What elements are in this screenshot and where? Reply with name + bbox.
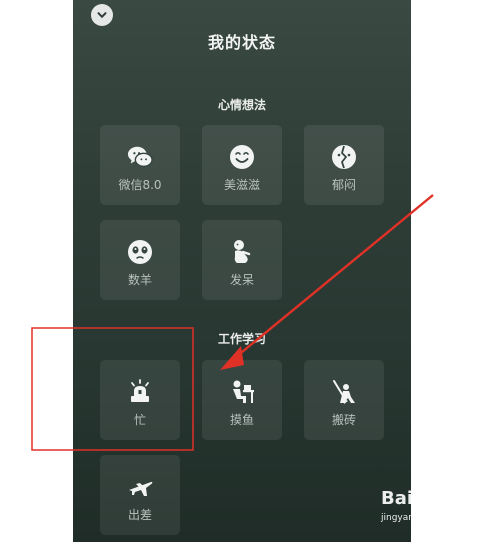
status-tile-business-trip[interactable]: 出差 xyxy=(100,455,180,535)
smile-face-icon xyxy=(230,145,254,169)
status-tile-slacking[interactable]: 摸鱼 xyxy=(202,360,282,440)
watermark-url: jingyan.baidu.com xyxy=(381,513,465,523)
tile-label: 搬砖 xyxy=(331,413,356,427)
tile-label: 摸鱼 xyxy=(229,413,254,427)
status-tile-busy[interactable]: 忙 xyxy=(100,360,180,440)
tile-label: 微信8.0 xyxy=(118,178,162,192)
tile-label: 发呆 xyxy=(229,273,254,287)
page-title: 我的状态 xyxy=(207,33,276,52)
slacking-desk-icon xyxy=(233,380,254,403)
watermark: Bai 经验 jingyan.baidu.com xyxy=(379,488,497,542)
chevron-down-icon xyxy=(97,12,107,18)
tile-label: 出差 xyxy=(127,508,152,522)
tile-label: 数羊 xyxy=(127,273,152,287)
status-tile-wechat[interactable]: 微信8.0 xyxy=(100,125,180,205)
daze-figure-icon xyxy=(234,240,251,263)
section-title-mood: 心情想法 xyxy=(217,98,266,112)
status-tile-daze[interactable]: 发呆 xyxy=(202,220,282,300)
broken-leaf-icon xyxy=(332,145,356,169)
status-tile-hard-work[interactable]: 搬砖 xyxy=(304,360,384,440)
chat-bubbles-icon xyxy=(127,146,153,167)
watermark-subtitle: 经验 xyxy=(449,495,476,510)
tile-label: 美滋滋 xyxy=(223,178,260,192)
watermark-brand: Bai xyxy=(381,488,414,509)
section-title-work: 工作学习 xyxy=(217,332,266,346)
status-tile-counting-sheep[interactable]: 数羊 xyxy=(100,220,180,300)
collapse-button[interactable] xyxy=(91,4,113,26)
tile-label: 忙 xyxy=(133,413,146,427)
worker-shovel-icon xyxy=(333,380,355,404)
sheep-face-icon xyxy=(128,240,152,264)
airplane-icon xyxy=(129,481,153,496)
paw-icon xyxy=(421,489,441,508)
alarm-siren-icon xyxy=(131,379,149,402)
tile-label: 郁闷 xyxy=(331,178,356,192)
status-tile-happy[interactable]: 美滋滋 xyxy=(202,125,282,205)
status-panel: 我的状态 心情想法 微信8.0 美滋滋 郁闷 数羊 发呆 工作学习 忙 摸鱼 搬… xyxy=(73,0,411,542)
status-tile-gloomy[interactable]: 郁闷 xyxy=(304,125,384,205)
